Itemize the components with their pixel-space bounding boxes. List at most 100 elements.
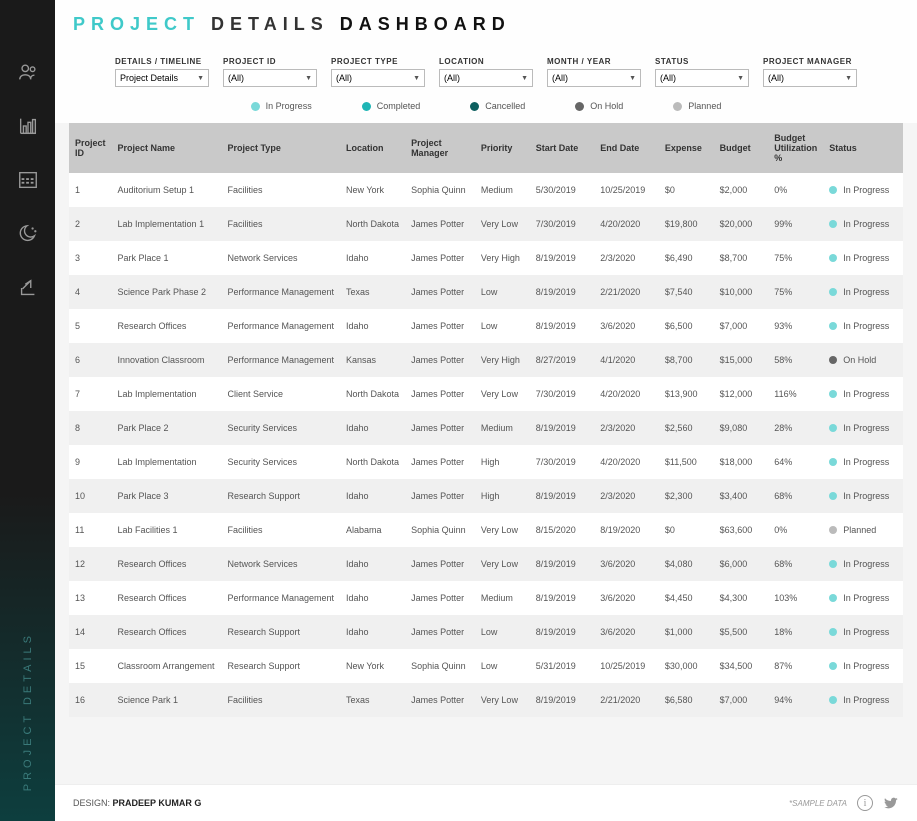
- filter-value: (All): [336, 73, 352, 83]
- column-header[interactable]: Priority: [475, 123, 530, 173]
- footer: DESIGN: PRADEEP KUMAR G *SAMPLE DATA i: [55, 784, 917, 821]
- calendar-grid-icon[interactable]: [16, 168, 40, 192]
- chevron-down-icon: ▼: [197, 75, 204, 82]
- cell-manager: James Potter: [405, 445, 475, 479]
- filter-select-6[interactable]: (All)▼: [763, 69, 857, 87]
- users-icon[interactable]: [16, 60, 40, 84]
- twitter-icon[interactable]: [883, 795, 899, 811]
- status-dot-icon: [470, 102, 479, 111]
- header: PROJECT DETAILS DASHBOARD: [55, 0, 917, 45]
- cell-id: 1: [69, 173, 112, 207]
- cell-priority: Very High: [475, 241, 530, 275]
- cell-name: Research Offices: [112, 309, 222, 343]
- column-header[interactable]: Budget Utilization %: [768, 123, 823, 173]
- filter-select-0[interactable]: Project Details▼: [115, 69, 209, 87]
- filter-value: (All): [768, 73, 784, 83]
- moon-icon[interactable]: [16, 222, 40, 246]
- cell-utilization: 103%: [768, 581, 823, 615]
- table-row[interactable]: 4Science Park Phase 2Performance Managem…: [69, 275, 903, 309]
- table-row[interactable]: 8Park Place 2Security ServicesIdahoJames…: [69, 411, 903, 445]
- status-dot-icon: [673, 102, 682, 111]
- filter-value: (All): [444, 73, 460, 83]
- column-header[interactable]: Project Name: [112, 123, 222, 173]
- cell-manager: James Potter: [405, 275, 475, 309]
- chart-icon[interactable]: [16, 114, 40, 138]
- status-text: In Progress: [843, 457, 889, 467]
- status-text: Planned: [843, 525, 876, 535]
- cell-manager: James Potter: [405, 241, 475, 275]
- cell-end: 10/25/2019: [594, 649, 659, 683]
- table-row[interactable]: 10Park Place 3Research SupportIdahoJames…: [69, 479, 903, 513]
- table-row[interactable]: 5Research OfficesPerformance ManagementI…: [69, 309, 903, 343]
- cell-id: 12: [69, 547, 112, 581]
- cell-location: New York: [340, 649, 405, 683]
- column-header[interactable]: Location: [340, 123, 405, 173]
- info-icon[interactable]: i: [857, 795, 873, 811]
- cell-status: In Progress: [823, 649, 903, 683]
- cell-status: In Progress: [823, 309, 903, 343]
- cell-status: In Progress: [823, 581, 903, 615]
- table-row[interactable]: 1Auditorium Setup 1FacilitiesNew YorkSop…: [69, 173, 903, 207]
- table-row[interactable]: 14Research OfficesResearch SupportIdahoJ…: [69, 615, 903, 649]
- cell-type: Facilities: [221, 207, 340, 241]
- sample-data-note: *SAMPLE DATA: [789, 799, 847, 808]
- cell-status: In Progress: [823, 683, 903, 717]
- filter-select-3[interactable]: (All)▼: [439, 69, 533, 87]
- table-container[interactable]: Project IDProject NameProject TypeLocati…: [55, 123, 917, 784]
- cell-type: Research Support: [221, 479, 340, 513]
- cell-utilization: 68%: [768, 479, 823, 513]
- column-header[interactable]: Project Manager: [405, 123, 475, 173]
- status-dot-icon: [829, 424, 837, 432]
- share-icon[interactable]: [16, 276, 40, 300]
- cell-utilization: 75%: [768, 241, 823, 275]
- cell-status: Planned: [823, 513, 903, 547]
- column-header[interactable]: Project ID: [69, 123, 112, 173]
- column-header[interactable]: Status: [823, 123, 903, 173]
- cell-budget: $7,000: [714, 309, 769, 343]
- cell-end: 3/6/2020: [594, 581, 659, 615]
- chevron-down-icon: ▼: [305, 75, 312, 82]
- filter-select-5[interactable]: (All)▼: [655, 69, 749, 87]
- filter-label: PROJECT ID: [223, 57, 317, 66]
- cell-location: Idaho: [340, 581, 405, 615]
- cell-end: 3/6/2020: [594, 615, 659, 649]
- table-row[interactable]: 13Research OfficesPerformance Management…: [69, 581, 903, 615]
- status-dot-icon: [829, 322, 837, 330]
- column-header[interactable]: Expense: [659, 123, 714, 173]
- column-header[interactable]: Project Type: [221, 123, 340, 173]
- cell-priority: High: [475, 445, 530, 479]
- cell-expense: $8,700: [659, 343, 714, 377]
- cell-location: Idaho: [340, 241, 405, 275]
- table-row[interactable]: 7Lab ImplementationClient ServiceNorth D…: [69, 377, 903, 411]
- table-row[interactable]: 12Research OfficesNetwork ServicesIdahoJ…: [69, 547, 903, 581]
- cell-manager: James Potter: [405, 683, 475, 717]
- cell-end: 2/21/2020: [594, 683, 659, 717]
- cell-expense: $2,560: [659, 411, 714, 445]
- table-row[interactable]: 15Classroom ArrangementResearch SupportN…: [69, 649, 903, 683]
- table-row[interactable]: 9Lab ImplementationSecurity ServicesNort…: [69, 445, 903, 479]
- cell-manager: James Potter: [405, 581, 475, 615]
- cell-location: Alabama: [340, 513, 405, 547]
- status-dot-icon: [829, 356, 837, 364]
- filter-select-1[interactable]: (All)▼: [223, 69, 317, 87]
- table-row[interactable]: 16Science Park 1FacilitiesTexasJames Pot…: [69, 683, 903, 717]
- cell-location: North Dakota: [340, 445, 405, 479]
- cell-start: 8/19/2019: [530, 309, 594, 343]
- cell-start: 8/19/2019: [530, 547, 594, 581]
- column-header[interactable]: End Date: [594, 123, 659, 173]
- filter-select-4[interactable]: (All)▼: [547, 69, 641, 87]
- cell-name: Science Park Phase 2: [112, 275, 222, 309]
- filter-select-2[interactable]: (All)▼: [331, 69, 425, 87]
- table-row[interactable]: 3Park Place 1Network ServicesIdahoJames …: [69, 241, 903, 275]
- table-row[interactable]: 6Innovation ClassroomPerformance Managem…: [69, 343, 903, 377]
- chevron-down-icon: ▼: [737, 75, 744, 82]
- column-header[interactable]: Budget: [714, 123, 769, 173]
- cell-type: Client Service: [221, 377, 340, 411]
- column-header[interactable]: Start Date: [530, 123, 594, 173]
- cell-start: 8/19/2019: [530, 479, 594, 513]
- cell-status: On Hold: [823, 343, 903, 377]
- table-row[interactable]: 11Lab Facilities 1FacilitiesAlabamaSophi…: [69, 513, 903, 547]
- table-row[interactable]: 2Lab Implementation 1FacilitiesNorth Dak…: [69, 207, 903, 241]
- cell-expense: $7,540: [659, 275, 714, 309]
- cell-priority: High: [475, 479, 530, 513]
